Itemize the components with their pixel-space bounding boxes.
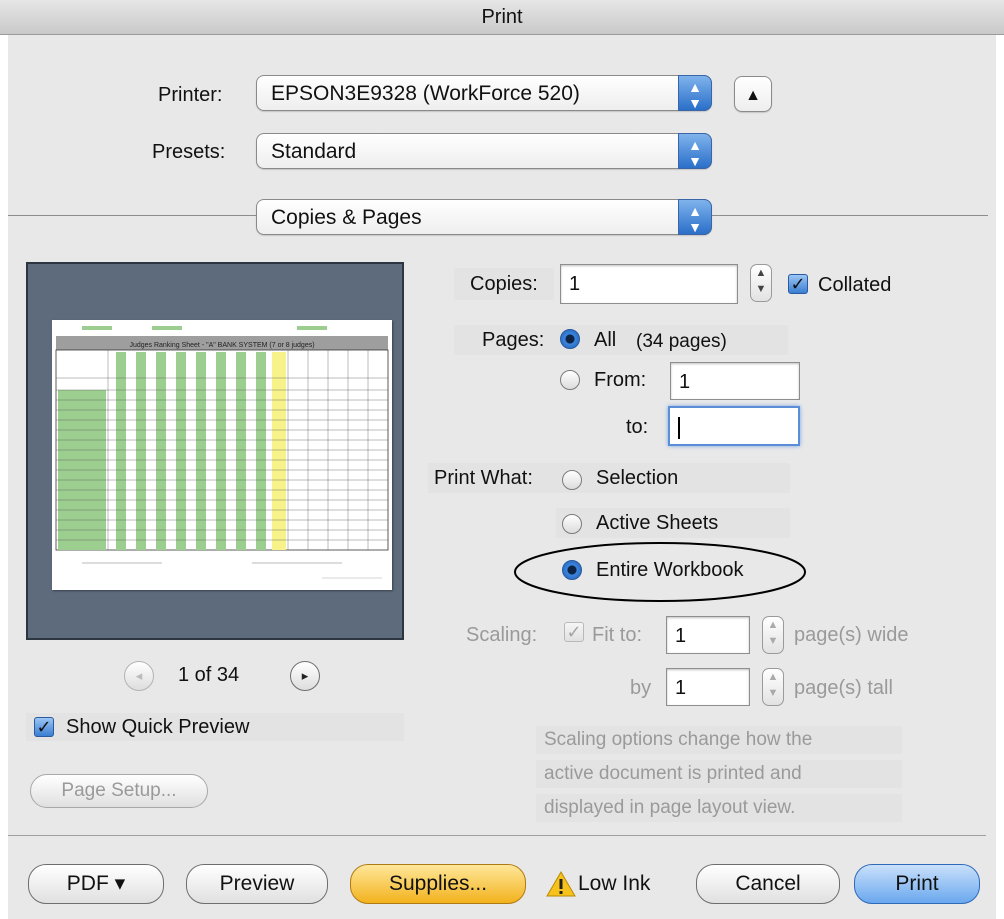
pages-label: Pages: (482, 329, 545, 351)
arrow-right-icon: ▸ (301, 668, 309, 683)
window-title: Print (0, 0, 1004, 35)
print-what-label: Print What: (434, 467, 533, 489)
copies-field[interactable]: 1 (560, 264, 738, 304)
print-button[interactable]: Print (854, 864, 980, 904)
checkmark-icon: ✓ (566, 622, 582, 642)
next-page-button[interactable]: ▸ (290, 661, 320, 691)
section-popup[interactable]: Copies & Pages ▲ ▼ (256, 199, 712, 235)
presets-value: Standard (271, 140, 357, 163)
scaling-hint-line-1: Scaling options change how the (544, 729, 813, 750)
fit-to-label: Fit to: (592, 624, 643, 646)
page-indicator: 1 of 34 (178, 664, 240, 686)
active-sheets-label: Active Sheets (596, 512, 719, 534)
left-edge (0, 0, 8, 919)
fit-to-checkbox[interactable]: ✓ (564, 622, 584, 642)
checkmark-icon: ✓ (790, 274, 806, 294)
fit-tall-stepper[interactable]: ▲ ▼ (762, 668, 784, 706)
pages-all-label: All (594, 329, 617, 351)
printer-value: EPSON3E9328 (WorkForce 520) (271, 82, 580, 105)
pages-to-label: to: (626, 416, 649, 438)
supplies-button[interactable]: Supplies... (350, 864, 526, 904)
presets-popup[interactable]: Standard ▲ ▼ (256, 133, 712, 169)
page-wide-label: page(s) wide (794, 624, 909, 646)
cancel-button[interactable]: Cancel (696, 864, 840, 904)
text-caret (678, 416, 680, 439)
scaling-label: Scaling: (466, 624, 538, 646)
collated-label: Collated (818, 274, 892, 296)
popup-arrows-icon: ▲ ▼ (678, 133, 712, 169)
fit-wide-field[interactable]: 1 (666, 616, 750, 654)
copies-label: Copies: (470, 273, 538, 295)
pages-to-field[interactable] (668, 406, 800, 446)
collated-checkbox[interactable]: ✓ (788, 274, 808, 294)
scaling-hint-line-3: displayed in page layout view. (544, 797, 796, 818)
scaling-hint-line-2: active document is printed and (544, 763, 802, 784)
preview-sheet: Judges Ranking Sheet - "A" BANK SYSTEM (… (52, 320, 392, 590)
pages-count: (34 pages) (636, 331, 727, 352)
triangle-up-icon: ▲ (745, 87, 761, 104)
show-quick-preview-checkbox[interactable]: ✓ (34, 717, 54, 737)
previous-page-button[interactable]: ◂ (124, 661, 154, 691)
sheet-thumbnail: Judges Ranking Sheet - "A" BANK SYSTEM (… (55, 326, 389, 579)
page-setup-button[interactable]: Page Setup... (30, 774, 208, 808)
popup-arrows-icon: ▲ ▼ (678, 199, 712, 235)
by-label: by (630, 677, 652, 699)
section-value: Copies & Pages (271, 206, 422, 229)
annotation-ellipse (514, 542, 806, 602)
sheet-title: Judges Ranking Sheet - "A" BANK SYSTEM (… (129, 342, 314, 349)
selection-label: Selection (596, 467, 679, 489)
fit-wide-stepper[interactable]: ▲ ▼ (762, 616, 784, 654)
pages-from-field[interactable]: 1 (670, 362, 800, 400)
pages-from-radio[interactable] (560, 370, 580, 390)
checkmark-icon: ✓ (36, 717, 52, 737)
arrow-left-icon: ◂ (135, 668, 143, 683)
disclosure-button[interactable]: ▲ (734, 76, 772, 112)
pages-all-radio[interactable] (560, 329, 580, 349)
active-sheets-radio[interactable] (562, 514, 582, 534)
selection-radio[interactable] (562, 470, 582, 490)
fit-tall-field[interactable]: 1 (666, 668, 750, 706)
separator-left (8, 215, 256, 216)
pages-from-label: From: (594, 369, 647, 391)
copies-stepper[interactable]: ▲ ▼ (750, 264, 772, 302)
low-ink-label: Low Ink (578, 872, 651, 895)
footer-separator (8, 835, 986, 836)
popup-arrows-icon: ▲ ▼ (678, 75, 712, 111)
page-tall-label: page(s) tall (794, 677, 893, 699)
warning-icon (546, 870, 576, 898)
presets-label: Presets: (152, 141, 226, 163)
printer-popup[interactable]: EPSON3E9328 (WorkForce 520) ▲ ▼ (256, 75, 712, 111)
separator-right (712, 215, 988, 216)
show-quick-preview-label: Show Quick Preview (66, 716, 250, 738)
preview-button[interactable]: Preview (186, 864, 328, 904)
printer-label: Printer: (158, 84, 223, 106)
pdf-menu-button[interactable]: PDF ▾ (28, 864, 164, 904)
